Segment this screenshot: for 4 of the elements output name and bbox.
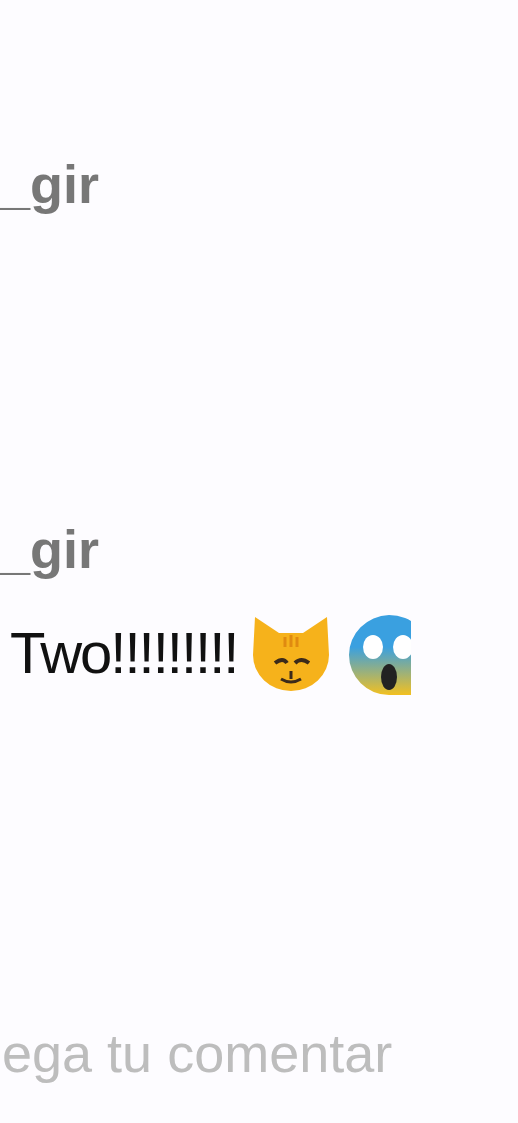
comment-field[interactable]: ega tu comentar	[0, 1021, 518, 1085]
username[interactable]: _gir	[0, 152, 518, 216]
comment-text: Two!!!!!!!!!	[10, 619, 238, 687]
username[interactable]: _gir	[0, 517, 518, 581]
